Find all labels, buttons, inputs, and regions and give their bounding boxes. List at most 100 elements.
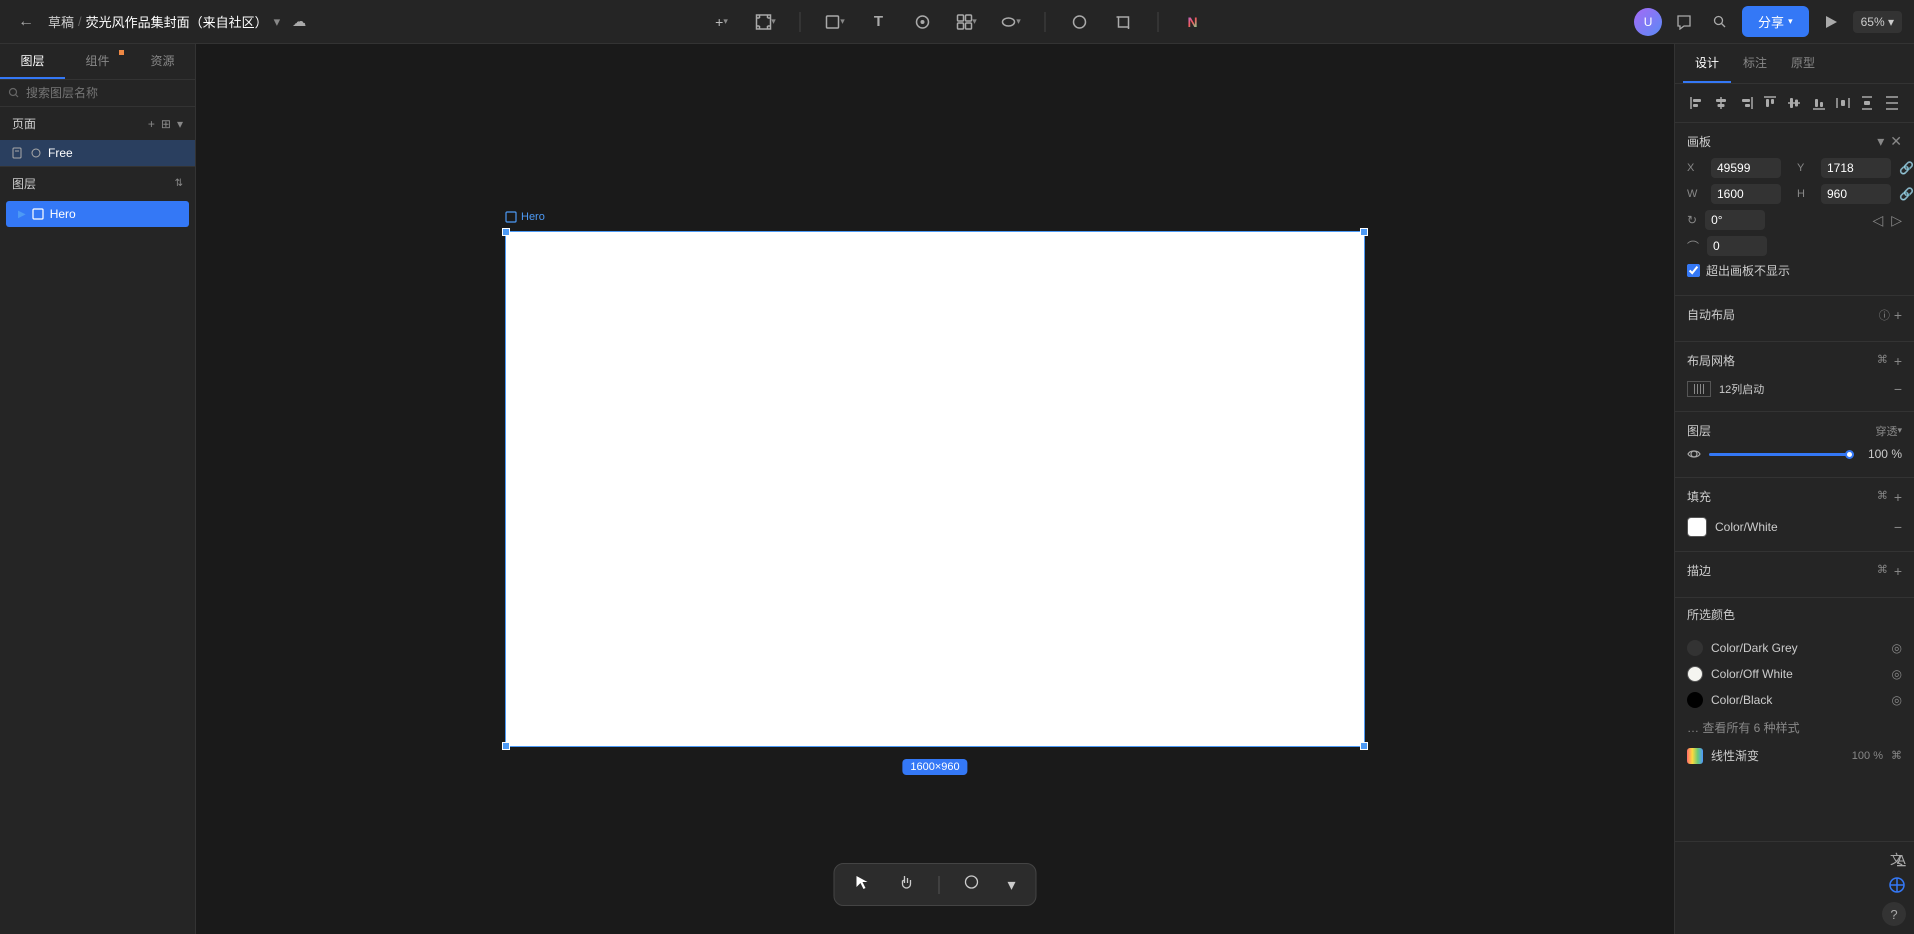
fill-item-white[interactable]: Color/White − bbox=[1687, 513, 1902, 541]
tab-label[interactable]: 标注 bbox=[1731, 44, 1779, 83]
align-right-button[interactable] bbox=[1736, 92, 1756, 114]
more-tool-button[interactable]: ▾ bbox=[1003, 871, 1019, 899]
tab-design[interactable]: 设计 bbox=[1683, 44, 1731, 83]
tab-layers[interactable]: 图层 bbox=[0, 44, 65, 79]
distribute-h-button[interactable] bbox=[1833, 92, 1853, 114]
color-item-off-white[interactable]: Color/Off White ◎ bbox=[1675, 661, 1914, 687]
align-more-button[interactable] bbox=[1882, 92, 1902, 114]
handle-top-right[interactable] bbox=[1360, 228, 1368, 236]
position-xy-row: X Y 🔗 bbox=[1687, 158, 1902, 178]
align-top-button[interactable] bbox=[1760, 92, 1780, 114]
color-item-black[interactable]: Color/Black ◎ bbox=[1675, 687, 1914, 713]
y-input[interactable] bbox=[1821, 158, 1891, 178]
fill-remove-button[interactable]: − bbox=[1894, 519, 1902, 535]
zoom-level-button[interactable]: 65% ▾ bbox=[1853, 11, 1902, 33]
align-bottom-button[interactable] bbox=[1809, 92, 1829, 114]
tool-separator-1 bbox=[800, 12, 801, 32]
play-button[interactable] bbox=[1817, 8, 1845, 36]
add-page-button[interactable]: + bbox=[148, 117, 155, 131]
breadcrumb-dropdown-icon[interactable]: ▾ bbox=[274, 14, 281, 30]
grid-remove-button[interactable]: − bbox=[1894, 381, 1902, 397]
right-panel-tabs: 设计 标注 原型 bbox=[1675, 44, 1914, 84]
opacity-slider[interactable] bbox=[1709, 453, 1854, 456]
add-tool-button[interactable]: + ▾ bbox=[708, 8, 736, 36]
wh-link-icon[interactable]: 🔗 bbox=[1899, 187, 1914, 201]
layer-expand-arrow[interactable]: ▶ bbox=[18, 209, 26, 220]
auto-layout-add-button[interactable]: + bbox=[1894, 307, 1902, 323]
page-label: Free bbox=[48, 146, 73, 160]
layer-mode-arrow[interactable]: ▾ bbox=[1897, 425, 1902, 436]
crop-tool-button[interactable] bbox=[1110, 8, 1138, 36]
components-tool-button[interactable]: ▾ bbox=[953, 8, 981, 36]
frame-tool-button[interactable]: ▾ bbox=[752, 8, 780, 36]
layer-mode-label: 穿透 bbox=[1875, 423, 1897, 439]
new-page-button[interactable]: ⊞ bbox=[161, 117, 171, 131]
opacity-eye-icon[interactable] bbox=[1687, 447, 1701, 461]
zoom-dropdown-icon: ▾ bbox=[1888, 15, 1894, 29]
text-tool-button[interactable]: T bbox=[865, 8, 893, 36]
handle-bottom-right[interactable] bbox=[1360, 742, 1368, 750]
translate-icon[interactable]: 文A bbox=[1888, 850, 1906, 868]
flip-horizontal-button[interactable]: ◁ bbox=[1872, 212, 1883, 229]
clip-checkbox[interactable] bbox=[1687, 264, 1700, 277]
mask-tool-button[interactable]: ▾ bbox=[997, 8, 1025, 36]
corner-icon: ⌒ bbox=[1687, 238, 1699, 255]
help-icon[interactable]: ? bbox=[1882, 902, 1906, 926]
canvas-area[interactable]: Hero 1600×960 ▾ bbox=[196, 44, 1674, 934]
tab-components[interactable]: 组件 bbox=[65, 44, 130, 79]
layer-section-header: 图层 穿透 ▾ bbox=[1687, 422, 1902, 439]
rotation-input[interactable] bbox=[1705, 210, 1765, 230]
layer-item-hero[interactable]: ▶ Hero bbox=[6, 201, 189, 227]
shapes-tool-button[interactable]: ▾ bbox=[821, 8, 849, 36]
color-item-dark-grey[interactable]: Color/Dark Grey ◎ bbox=[1675, 635, 1914, 661]
stroke-add-button[interactable]: + bbox=[1894, 563, 1902, 579]
color-link-dark-grey[interactable]: ◎ bbox=[1892, 641, 1902, 655]
layer-search-input[interactable] bbox=[26, 86, 187, 100]
align-center-h-button[interactable] bbox=[1711, 92, 1731, 114]
share-button[interactable]: 分享 ▾ bbox=[1742, 6, 1809, 37]
hand-tool-button[interactable] bbox=[894, 870, 918, 899]
canvas-close-icon[interactable]: ✕ bbox=[1890, 133, 1902, 150]
zoom-value: 65% bbox=[1861, 15, 1885, 29]
h-input[interactable] bbox=[1821, 184, 1891, 204]
page-expand-icon[interactable]: ▾ bbox=[177, 117, 183, 131]
user-avatar[interactable]: U bbox=[1634, 8, 1662, 36]
fill-color-swatch bbox=[1687, 517, 1707, 537]
w-input[interactable] bbox=[1711, 184, 1781, 204]
layers-toggle-icon[interactable]: ⇅ bbox=[175, 178, 183, 189]
color-link-off-white[interactable]: ◎ bbox=[1892, 667, 1902, 681]
fill-add-button[interactable]: + bbox=[1894, 489, 1902, 505]
page-section-label: 页面 bbox=[12, 115, 148, 132]
flip-vertical-button[interactable]: ▷ bbox=[1891, 212, 1902, 229]
inspect-icon[interactable] bbox=[1888, 876, 1906, 894]
search-button[interactable] bbox=[1706, 8, 1734, 36]
distribute-v-button[interactable] bbox=[1857, 92, 1877, 114]
color-link-black[interactable]: ◎ bbox=[1892, 693, 1902, 707]
canvas-section: 画板 ▾ ✕ X Y 🔗 W H 🔗 bbox=[1675, 123, 1914, 296]
tab-prototype[interactable]: 原型 bbox=[1779, 44, 1827, 83]
page-item-free[interactable]: Free bbox=[0, 140, 195, 166]
gradient-label: 线性渐变 bbox=[1711, 747, 1844, 764]
comment-button[interactable] bbox=[1670, 8, 1698, 36]
align-left-button[interactable] bbox=[1687, 92, 1707, 114]
grid-add-button[interactable]: + bbox=[1894, 353, 1902, 369]
share-dropdown-icon: ▾ bbox=[1788, 16, 1793, 27]
tab-assets[interactable]: 资源 bbox=[130, 44, 195, 79]
handle-bottom-left[interactable] bbox=[502, 742, 510, 750]
link-icon[interactable]: 🔗 bbox=[1899, 161, 1914, 175]
handle-top-left[interactable] bbox=[502, 228, 510, 236]
layers-section-label: 图层 bbox=[12, 175, 175, 192]
align-middle-v-button[interactable] bbox=[1784, 92, 1804, 114]
corner-input[interactable] bbox=[1707, 236, 1767, 256]
cloud-sync-icon[interactable]: ☁ bbox=[292, 13, 306, 30]
canvas-expand-icon[interactable]: ▾ bbox=[1877, 133, 1884, 150]
back-button[interactable]: ← bbox=[12, 8, 40, 36]
circle-tool-button[interactable] bbox=[1066, 8, 1094, 36]
plugin-button[interactable]: N bbox=[1179, 8, 1207, 36]
comment-tool-button[interactable] bbox=[959, 870, 983, 899]
pen-tool-button[interactable] bbox=[909, 8, 937, 36]
rotation-icon: ↻ bbox=[1687, 213, 1697, 227]
x-input[interactable] bbox=[1711, 158, 1781, 178]
view-all-styles[interactable]: … 查看所有 6 种样式 bbox=[1675, 713, 1914, 742]
select-tool-button[interactable] bbox=[850, 870, 874, 899]
